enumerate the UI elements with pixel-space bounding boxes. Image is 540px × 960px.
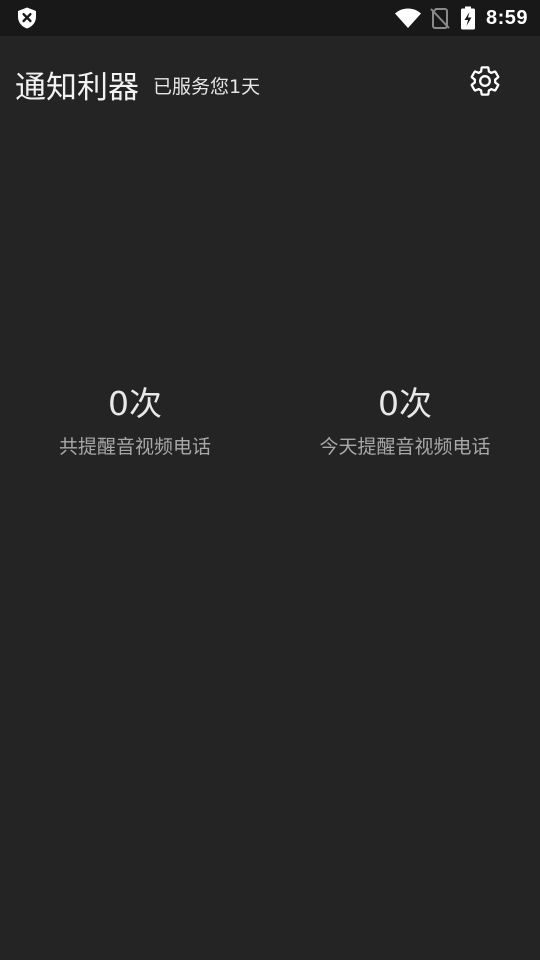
status-time: 8:59: [485, 6, 528, 29]
total-reminders-stat: 0次 共提醒音视频电话: [0, 380, 270, 460]
settings-button[interactable]: [462, 58, 508, 104]
total-reminders-label: 共提醒音视频电话: [58, 436, 211, 458]
shield-x-icon: [15, 6, 39, 30]
total-reminders-count: 0次: [108, 384, 162, 423]
app-bar: 通知利器 已服务您1天: [0, 36, 540, 128]
status-bar: 8:59: [0, 0, 540, 36]
today-reminders-count: 0次: [378, 384, 432, 423]
gear-icon: [468, 64, 502, 98]
wifi-icon: [394, 6, 422, 30]
status-icons: 8:59: [394, 0, 528, 36]
no-sim-icon: [430, 7, 450, 29]
today-reminders-label: 今天提醒音视频电话: [319, 436, 491, 458]
battery-charging-icon: [460, 6, 476, 30]
service-days-text: 已服务您1天: [153, 76, 261, 98]
today-reminders-stat: 0次 今天提醒音视频电话: [270, 380, 540, 460]
app-title: 通知利器: [15, 70, 139, 106]
